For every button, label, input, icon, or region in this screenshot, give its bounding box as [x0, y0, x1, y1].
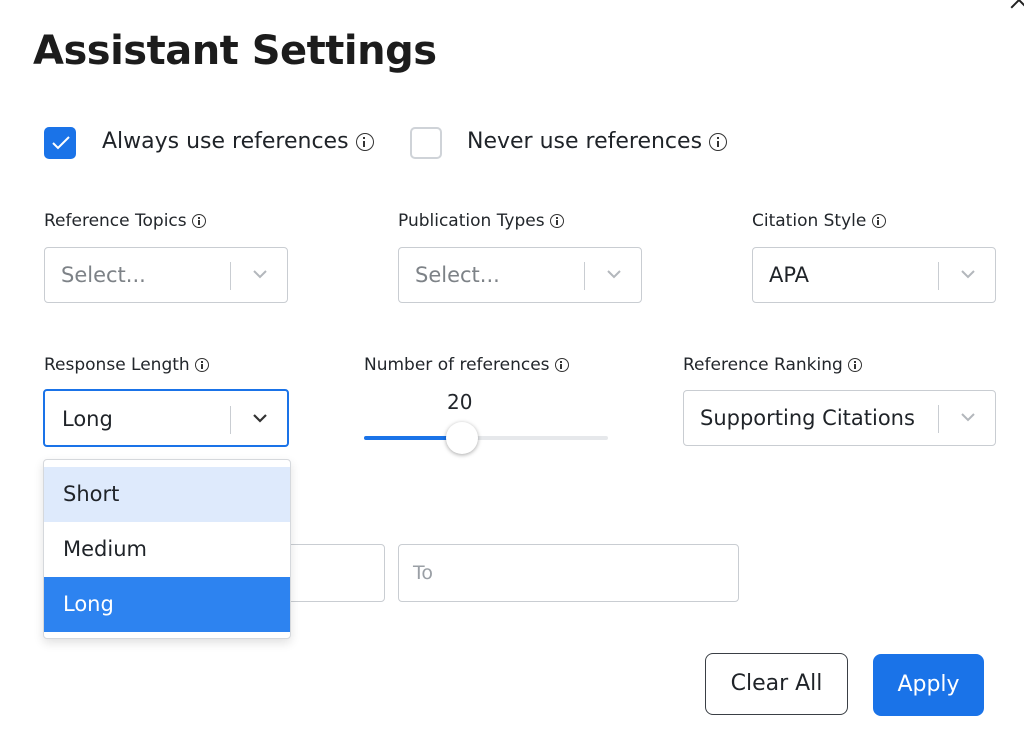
info-icon[interactable]	[871, 214, 886, 228]
select-separator	[584, 262, 585, 290]
citation-style-select[interactable]: APA	[752, 247, 996, 303]
publication-types-select[interactable]: Select...	[398, 247, 642, 303]
info-icon[interactable]	[554, 358, 569, 372]
chevron-down-icon	[253, 414, 267, 423]
page-title: Assistant Settings	[33, 28, 437, 74]
select-separator	[938, 262, 939, 290]
chevron-down-icon	[607, 270, 621, 279]
info-icon[interactable]	[550, 214, 565, 228]
checkmark-icon	[52, 136, 70, 150]
chevron-down-icon	[253, 270, 267, 279]
response-length-label: Response Length	[44, 355, 210, 375]
chevron-down-icon	[961, 413, 975, 422]
always-use-references-checkbox[interactable]	[44, 127, 76, 159]
close-icon[interactable]	[1004, 0, 1024, 16]
info-icon[interactable]	[848, 358, 863, 372]
publication-types-label: Publication Types	[398, 211, 565, 231]
info-icon[interactable]	[355, 133, 374, 151]
always-use-references-label: Always use references	[102, 129, 374, 154]
slider-value: 20	[447, 390, 473, 414]
info-icon[interactable]	[709, 133, 728, 151]
never-use-references-label: Never use references	[467, 129, 728, 154]
slider-track[interactable]	[364, 436, 608, 440]
slider-thumb[interactable]	[445, 422, 478, 454]
select-separator	[230, 406, 231, 434]
reference-ranking-select[interactable]: Supporting Citations	[683, 390, 996, 446]
number-of-references-label: Number of references	[364, 355, 569, 375]
menu-item-medium[interactable]: Medium	[44, 522, 290, 577]
reference-ranking-label: Reference Ranking	[683, 355, 863, 375]
select-separator	[230, 262, 231, 290]
response-length-select[interactable]: Long	[43, 389, 289, 447]
info-icon[interactable]	[192, 214, 207, 228]
select-separator	[938, 405, 939, 433]
menu-item-short[interactable]: Short	[44, 467, 290, 522]
date-to-input[interactable]: To	[398, 544, 739, 602]
clear-all-button[interactable]: Clear All	[705, 653, 848, 715]
menu-item-long[interactable]: Long	[44, 577, 290, 632]
info-icon[interactable]	[195, 358, 210, 372]
chevron-down-icon	[961, 270, 975, 279]
apply-button[interactable]: Apply	[873, 654, 984, 716]
reference-topics-label: Reference Topics	[44, 211, 207, 231]
response-length-menu: Short Medium Long	[43, 459, 291, 639]
never-use-references-checkbox[interactable]	[410, 127, 442, 159]
citation-style-label: Citation Style	[752, 211, 886, 231]
reference-topics-select[interactable]: Select...	[44, 247, 288, 303]
